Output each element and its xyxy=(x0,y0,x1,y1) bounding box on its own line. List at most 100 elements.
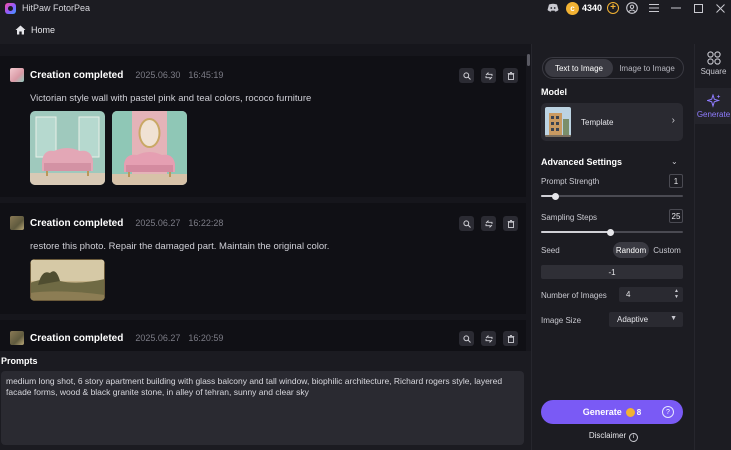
generate-cost: 8 xyxy=(636,407,642,417)
coin-balance[interactable]: c 4340 + xyxy=(565,1,619,15)
close-icon[interactable] xyxy=(709,0,731,16)
sampling-steps-label: Sampling Steps xyxy=(541,213,598,222)
home-bar: Home xyxy=(0,16,731,44)
zoom-button[interactable] xyxy=(459,331,474,346)
avatar xyxy=(10,331,24,345)
seed-value-field[interactable]: -1 xyxy=(541,265,683,279)
trash-icon xyxy=(507,334,514,343)
creation-prompt: restore this photo. Repair the damaged p… xyxy=(30,241,330,252)
feed-scrollbar[interactable] xyxy=(527,54,530,66)
discord-icon[interactable] xyxy=(542,0,564,16)
result-image[interactable] xyxy=(112,111,187,185)
model-name: Template xyxy=(581,117,614,127)
regenerate-button[interactable] xyxy=(481,331,496,346)
number-of-images-label: Number of Images xyxy=(541,291,607,300)
delete-button[interactable] xyxy=(503,68,518,83)
generate-label: Generate xyxy=(582,407,622,417)
refresh-icon xyxy=(485,71,492,80)
menu-icon[interactable] xyxy=(643,0,665,16)
delete-button[interactable] xyxy=(503,216,518,231)
seed-label: Seed xyxy=(541,246,560,255)
regenerate-button[interactable] xyxy=(481,68,496,83)
creation-time: 16:22:28 xyxy=(188,218,224,228)
help-icon[interactable]: ? xyxy=(662,406,674,418)
creation-card: Creation completed 2025.06.27 16:20:59 xyxy=(0,320,526,351)
number-of-images-stepper[interactable]: 4 ▲ ▼ xyxy=(619,287,683,302)
tab-image-to-image[interactable]: Image to Image xyxy=(613,59,681,77)
prompt-input[interactable]: medium long shot, 6 story apartment buil… xyxy=(1,371,524,445)
user-icon[interactable] xyxy=(621,0,643,16)
side-nav: Square Generate xyxy=(694,44,731,450)
home-icon[interactable] xyxy=(15,25,26,36)
creation-title: Creation completed xyxy=(30,332,124,344)
mode-switch: Text to Image Image to Image xyxy=(542,57,684,79)
chevron-right-icon: › xyxy=(671,115,675,126)
zoom-icon xyxy=(462,71,471,80)
number-of-images-value: 4 xyxy=(626,290,631,299)
zoom-button[interactable] xyxy=(459,68,474,83)
prompt-strength-label: Prompt Strength xyxy=(541,177,600,186)
slider-handle[interactable] xyxy=(607,228,615,236)
creation-title: Creation completed xyxy=(30,69,124,81)
app-title: HitPaw FotorPea xyxy=(22,3,91,13)
zoom-button[interactable] xyxy=(459,216,474,231)
prompt-strength-value[interactable]: 1 xyxy=(669,174,683,188)
sparkle-icon xyxy=(706,94,720,108)
disclaimer-label: Disclaimer xyxy=(588,431,627,440)
title-bar: HitPaw FotorPea c 4340 + xyxy=(0,0,731,16)
refresh-icon xyxy=(485,334,492,343)
stepper-arrows-icon[interactable]: ▲ ▼ xyxy=(674,288,679,300)
prompts-label: Prompts xyxy=(1,356,38,366)
chevron-down-icon[interactable]: ⌄ xyxy=(671,157,678,166)
add-coins-icon[interactable]: + xyxy=(607,2,619,14)
info-icon: i xyxy=(629,433,639,442)
trash-icon xyxy=(507,71,514,80)
prompts-panel: Prompts medium long shot, 6 story apartm… xyxy=(0,351,531,450)
nav-item-generate[interactable]: Generate xyxy=(695,88,731,124)
settings-panel: Text to Image Image to Image Model Templ… xyxy=(531,44,694,450)
seed-custom-option[interactable]: Custom xyxy=(650,242,684,258)
image-size-label: Image Size xyxy=(541,316,582,325)
delete-button[interactable] xyxy=(503,331,518,346)
creation-time: 16:20:59 xyxy=(188,333,224,343)
model-heading: Model xyxy=(541,87,567,97)
zoom-icon xyxy=(462,334,471,343)
sampling-steps-value[interactable]: 25 xyxy=(669,209,683,223)
creation-date: 2025.06.30 xyxy=(135,70,181,80)
generate-button[interactable]: Generate 8 ? xyxy=(541,400,683,424)
seed-random-option[interactable]: Random xyxy=(613,242,649,258)
regenerate-button[interactable] xyxy=(481,216,496,231)
home-link[interactable]: Home xyxy=(31,25,55,35)
coin-icon: c xyxy=(565,1,579,15)
model-selector[interactable]: Template › xyxy=(541,103,683,141)
app-logo-icon xyxy=(5,2,16,14)
chevron-down-icon: ▼ xyxy=(670,315,677,322)
creation-title: Creation completed xyxy=(30,217,124,229)
creation-time: 16:45:19 xyxy=(188,70,224,80)
maximize-icon[interactable] xyxy=(687,0,709,16)
prompt-strength-slider[interactable] xyxy=(541,192,683,200)
creation-card: Creation completed 2025.06.27 16:22:28 r… xyxy=(0,203,526,314)
nav-label-generate: Generate xyxy=(696,110,731,119)
result-image[interactable] xyxy=(30,259,105,301)
trash-icon xyxy=(507,219,514,228)
creation-feed: Creation completed 2025.06.30 16:45:19 V… xyxy=(0,44,531,351)
minimize-icon[interactable] xyxy=(665,0,687,16)
coin-count: 4340 xyxy=(581,3,602,13)
coin-icon xyxy=(625,407,635,417)
tab-text-to-image[interactable]: Text to Image xyxy=(545,59,613,77)
nav-label-square: Square xyxy=(700,67,727,76)
sampling-steps-slider[interactable] xyxy=(541,228,683,236)
disclaimer-link[interactable]: Disclaimer i xyxy=(532,431,695,442)
avatar xyxy=(10,68,24,82)
square-grid-icon xyxy=(706,51,721,65)
result-image[interactable] xyxy=(30,111,105,185)
advanced-settings-heading[interactable]: Advanced Settings xyxy=(541,157,622,167)
slider-handle[interactable] xyxy=(551,192,559,200)
creation-date: 2025.06.27 xyxy=(135,333,181,343)
refresh-icon xyxy=(485,219,492,228)
image-size-select[interactable]: Adaptive ▼ xyxy=(609,312,683,327)
creation-prompt: Victorian style wall with pastel pink an… xyxy=(30,93,312,104)
nav-item-square[interactable]: Square xyxy=(695,48,731,84)
avatar xyxy=(10,216,24,230)
